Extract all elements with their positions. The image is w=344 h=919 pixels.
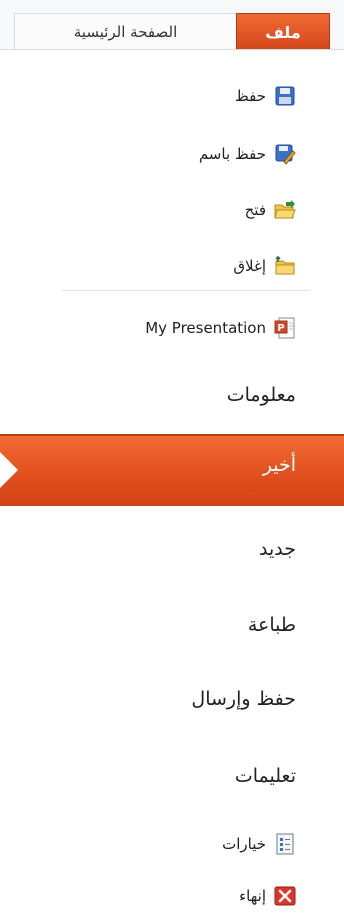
open-folder-icon (274, 199, 296, 221)
open-label: فتح (244, 201, 266, 219)
exit-icon (274, 885, 296, 907)
tab-strip: الصفحة الرئيسية ملف (0, 0, 344, 50)
save-as-label: حفظ باسم (198, 145, 266, 163)
close-folder-icon (274, 255, 296, 277)
recent-document-item[interactable]: My Presentation P (145, 314, 296, 342)
save-label: حفظ (234, 87, 266, 105)
save-as-command[interactable]: حفظ باسم (199, 140, 296, 168)
nav-recent-label: أخير (262, 454, 296, 476)
save-command[interactable]: حفظ (235, 82, 296, 110)
nav-print[interactable]: طباعة (248, 614, 296, 636)
svg-text:P: P (277, 323, 284, 334)
nav-new[interactable]: جديد (259, 538, 296, 560)
tab-file[interactable]: ملف (236, 13, 330, 50)
close-command[interactable]: إغلاق (233, 252, 296, 280)
save-icon (274, 85, 296, 107)
selected-arrow-indicator (0, 452, 18, 488)
nav-recent[interactable]: أخير (0, 434, 344, 506)
exit-label: إنهاء (239, 887, 266, 905)
tab-divider (0, 49, 344, 50)
options-icon (274, 833, 296, 855)
close-label: إغلاق (233, 257, 266, 275)
recent-document-label: My Presentation (145, 319, 266, 337)
open-command[interactable]: فتح (245, 196, 296, 224)
powerpoint-file-icon: P (274, 317, 296, 339)
nav-save-send[interactable]: حفظ وإرسال (191, 688, 296, 710)
tab-home[interactable]: الصفحة الرئيسية (14, 13, 236, 50)
options-label: خيارات (222, 835, 266, 853)
menu-separator (62, 290, 310, 291)
nav-info[interactable]: معلومات (227, 384, 296, 406)
options-command[interactable]: خيارات (222, 830, 296, 858)
exit-command[interactable]: إنهاء (239, 882, 296, 910)
file-backstage-menu: الصفحة الرئيسية ملف حفظ حفظ باسم فتح إغل… (0, 0, 344, 919)
save-as-icon (274, 143, 296, 165)
nav-help[interactable]: تعليمات (235, 765, 296, 787)
